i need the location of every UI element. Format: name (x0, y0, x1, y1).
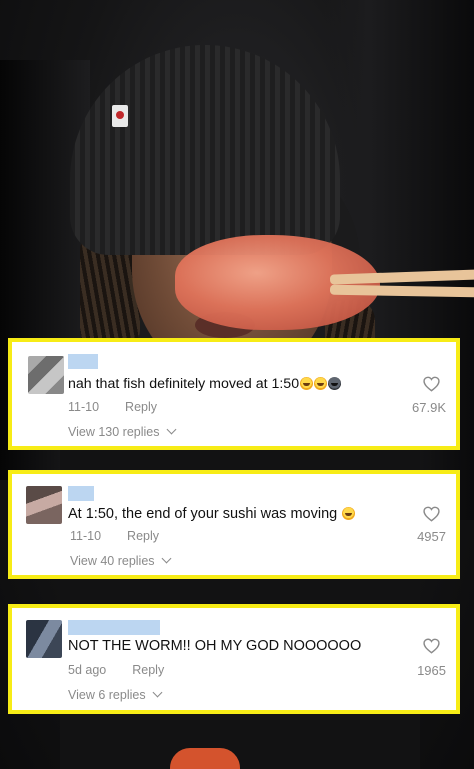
view-replies-button[interactable]: View 130 replies (68, 424, 176, 439)
chevron-down-icon (166, 424, 176, 435)
heart-icon[interactable] (423, 638, 440, 654)
like-count: 67.9K (412, 400, 446, 415)
username-blurred[interactable] (68, 486, 94, 501)
like-count: 1965 (417, 663, 446, 678)
loudly-crying-face-icon (300, 377, 314, 390)
comment-meta: 11-10 Reply (70, 529, 159, 543)
chevron-down-icon (161, 553, 171, 564)
beanie (70, 45, 340, 255)
comment-card: NOT THE WORM!! OH MY GOD NOOOOOO 5d ago R… (8, 604, 460, 714)
avatar[interactable] (28, 356, 64, 394)
heart-icon[interactable] (423, 506, 440, 522)
avatar[interactable] (26, 620, 62, 658)
heart-icon[interactable] (423, 376, 440, 392)
comment-meta: 5d ago Reply (68, 663, 164, 677)
loudly-crying-face-icon (342, 507, 356, 520)
food-item-bottom (170, 748, 240, 769)
comment-meta: 11-10 Reply (68, 400, 157, 414)
view-replies-label: View 40 replies (70, 554, 155, 568)
comment-text: nah that fish definitely moved at 1:50 (68, 376, 342, 392)
view-replies-button[interactable]: View 6 replies (68, 687, 163, 702)
comment-date: 11-10 (70, 529, 102, 543)
view-replies-button[interactable]: View 40 replies (70, 553, 171, 568)
chevron-down-icon (152, 687, 163, 698)
reply-button[interactable]: Reply (125, 400, 157, 414)
comment-body: nah that fish definitely moved at 1:50 (68, 376, 300, 392)
beanie-logo-patch (112, 105, 128, 127)
reply-button[interactable]: Reply (132, 663, 164, 677)
username-blurred[interactable] (68, 620, 160, 635)
loudly-crying-face-icon (314, 377, 328, 390)
comment-body: At 1:50, the end of your sushi was movin… (68, 506, 338, 522)
comment-card: nah that fish definitely moved at 1:50 1… (8, 338, 460, 450)
comment-date: 11-10 (68, 400, 100, 414)
skull-face-icon (328, 377, 342, 390)
comment-text: NOT THE WORM!! OH MY GOD NOOOOOO (68, 638, 361, 654)
view-replies-label: View 6 replies (68, 688, 146, 702)
comment-date: 5d ago (68, 663, 107, 677)
comment-body: NOT THE WORM!! OH MY GOD NOOOOOO (68, 638, 362, 654)
avatar[interactable] (26, 486, 62, 524)
comment-text: At 1:50, the end of your sushi was movin… (68, 506, 356, 522)
like-count: 4957 (417, 529, 446, 544)
comment-card: At 1:50, the end of your sushi was movin… (8, 470, 460, 579)
username-blurred[interactable] (68, 354, 98, 369)
view-replies-label: View 130 replies (68, 425, 160, 439)
reply-button[interactable]: Reply (127, 529, 159, 543)
